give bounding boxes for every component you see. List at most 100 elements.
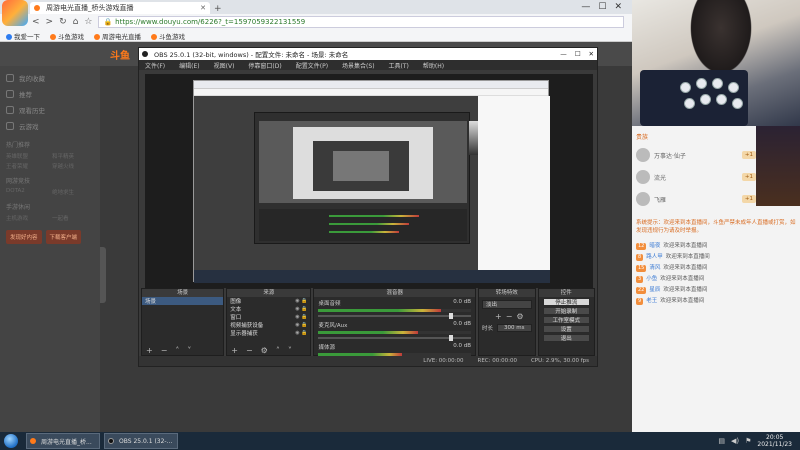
source-item[interactable]: 图像 ◉ 🔒 [227,297,310,305]
obs-statusbar: LIVE: 00:00:00 REC: 00:00:00 CPU: 2.9%, … [139,356,597,366]
reload-icon[interactable]: ↻ [59,17,67,27]
menu-file[interactable]: 文件(F) [145,61,165,70]
rank-row[interactable]: 流光 +1 [636,166,756,188]
move-up-icon[interactable]: ˄ [276,346,280,355]
gear-icon[interactable]: ⚙ [516,312,523,321]
move-up-icon[interactable]: ˄ [175,346,179,355]
menu-tools[interactable]: 工具(T) [389,61,409,70]
minimize-icon[interactable]: — [560,50,567,58]
bookmark-item[interactable]: 斗鱼游戏 [50,31,84,41]
nav-link[interactable]: 穿越火线 [52,162,94,170]
tab-close-icon[interactable]: ✕ [200,4,206,12]
taskbar-item-browser[interactable]: 周游电光直播_桥... [26,433,100,449]
chat-message: 9 老王 欢迎来到本直播间 [636,297,705,306]
visibility-lock-icon[interactable]: ◉ 🔒 [295,306,307,312]
maximize-icon[interactable]: ☐ [575,50,581,58]
volume-slider[interactable] [318,313,472,319]
gift-promo-image[interactable] [756,126,800,206]
close-icon[interactable]: ✕ [589,50,594,58]
visibility-lock-icon[interactable]: ◉ 🔒 [295,314,307,320]
close-icon[interactable]: ✕ [614,2,622,12]
maximize-icon[interactable]: ☐ [598,2,606,12]
nav-link[interactable]: 王者荣耀 [6,162,48,170]
menu-help[interactable]: 帮助(H) [423,61,444,70]
nav-link[interactable]: 英雄联盟 [6,152,48,160]
move-down-icon[interactable]: ˅ [187,346,191,355]
obs-preview[interactable] [145,74,593,288]
nav-link[interactable]: 一起看 [52,214,94,222]
studio-mode-button[interactable]: 工作室模式 [542,316,590,324]
exit-button[interactable]: 退出 [542,334,590,342]
move-down-icon[interactable]: ˅ [288,346,292,355]
left-nav: 我的收藏 推荐 观看历史 云游戏 热门推荐 英雄联盟 和平精英 王者荣耀 穿越火… [0,66,100,432]
nav-grid: 主机游戏 一起看 [6,214,94,222]
menu-scene-collection[interactable]: 场景集合(S) [342,61,375,70]
visibility-lock-icon[interactable]: ◉ 🔒 [295,322,307,328]
menu-docks[interactable]: 停靠窗口(D) [248,61,281,70]
start-button[interactable] [0,432,22,450]
menu-view[interactable]: 视图(V) [214,61,235,70]
start-recording-button[interactable]: 开始录制 [542,307,590,315]
webcam-video [632,0,800,126]
tab-title: 周游电光直播_桥头游戏直播 [46,4,134,12]
stop-stream-button[interactable]: 停止推流 [542,298,590,306]
forward-icon[interactable]: > [46,17,54,27]
network-icon[interactable]: ▤ [718,437,725,445]
flag-icon[interactable]: ⚑ [745,437,751,445]
rank-row[interactable]: 万事达·仙子 +1 [636,144,756,166]
add-icon[interactable]: + [231,346,238,355]
duration-input[interactable]: 300 ms [497,324,532,332]
transition-select[interactable]: 淡出 [482,300,532,309]
back-icon[interactable]: < [32,17,40,27]
settings-button[interactable]: 设置 [542,325,590,333]
download-client-button[interactable]: 下载客户端 [45,230,82,244]
rank-badge: +1 [741,195,756,203]
rank-row[interactable]: 飞雁 +1 [636,188,756,210]
gear-icon[interactable]: ⚙ [261,346,268,355]
remove-icon[interactable]: − [506,312,513,321]
remove-icon[interactable]: − [161,346,168,355]
audio-meter [318,331,472,334]
bookmark-item[interactable]: 斗鱼游戏 [151,31,185,41]
menu-edit[interactable]: 编辑(E) [179,61,199,70]
nav-link[interactable]: 主机游戏 [6,214,48,222]
source-item[interactable]: 窗口 ◉ 🔒 [227,313,310,321]
visibility-lock-icon[interactable]: ◉ 🔒 [295,330,307,336]
douyu-logo[interactable]: 斗鱼 [110,47,130,62]
discover-button[interactable]: 发现好内容 [6,230,42,244]
obs-task-icon [108,438,114,444]
new-tab-icon[interactable]: + [214,4,222,14]
minimize-icon[interactable]: — [581,2,590,12]
source-item[interactable]: 视频捕获设备 ◉ 🔒 [227,321,310,329]
mixer-dock: 混音器 桌面音频 0.0 dB 麦克风/Aux 0.0 dB 媒体源 0.0 dB [313,288,477,356]
volume-icon[interactable]: ◀) [731,437,739,445]
home-icon[interactable]: ⌂ [73,17,79,27]
nav-item-recommend[interactable]: 推荐 [6,86,94,102]
source-item[interactable]: 文本 ◉ 🔒 [227,305,310,313]
url-field[interactable]: 🔒 https://www.douyu.com/6226?_t=15970593… [98,16,624,28]
nav-item-favorites[interactable]: 我的收藏 [6,70,94,86]
star-icon[interactable]: ☆ [84,17,92,27]
remove-icon[interactable]: − [246,346,253,355]
add-icon[interactable]: + [146,346,153,355]
nav-grid: DOTA2 绝地求生 [6,188,94,196]
browser-tab[interactable]: 周游电光直播_桥头游戏直播 ✕ [30,2,210,14]
nav-collapse-handle[interactable] [100,247,106,303]
taskbar-item-obs[interactable]: OBS 25.0.1 (32-... [104,433,178,449]
rec-timer: REC: 00:00:00 [477,358,517,364]
scene-item[interactable]: 场景 [142,297,224,305]
nav-item-cloud-game[interactable]: 云游戏 [6,118,94,134]
nav-item-history[interactable]: 观看历史 [6,102,94,118]
clock[interactable]: 20:05 2021/11/23 [757,434,792,448]
visibility-lock-icon[interactable]: ◉ 🔒 [295,298,307,304]
add-icon[interactable]: + [495,312,502,321]
bookmark-item[interactable]: 我爱一下 [6,31,40,41]
source-item[interactable]: 显示器捕获 ◉ 🔒 [227,329,310,337]
nav-link[interactable]: 绝地求生 [52,188,94,196]
menu-profile[interactable]: 配置文件(P) [296,61,328,70]
volume-slider[interactable] [318,335,472,341]
browser-logo-icon[interactable] [2,0,28,26]
bookmark-item[interactable]: 周游电光直播 [94,31,141,41]
nav-link[interactable]: DOTA2 [6,188,48,196]
nav-link[interactable]: 和平精英 [52,152,94,160]
